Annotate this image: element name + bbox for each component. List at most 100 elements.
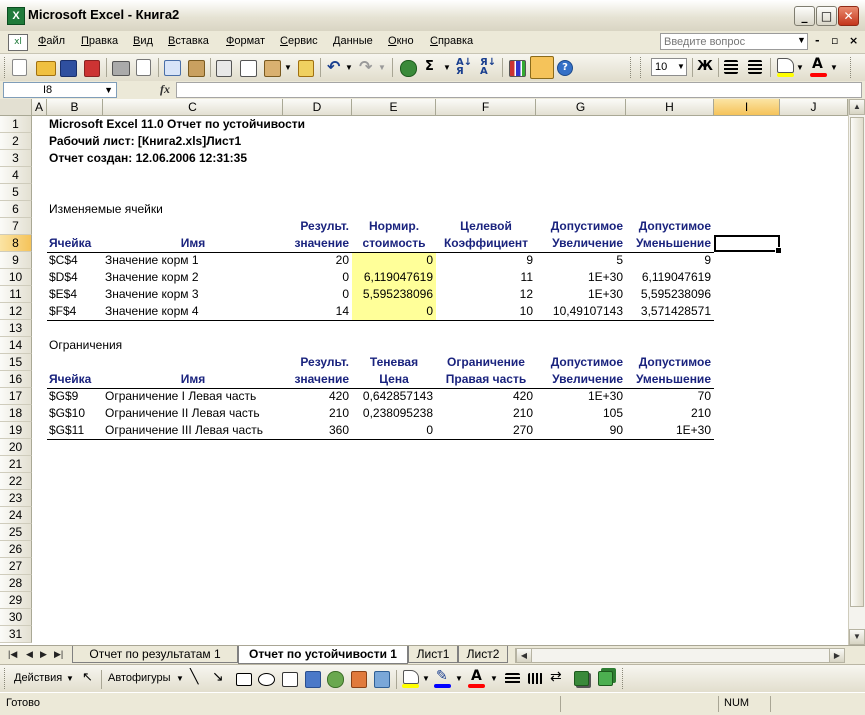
table-cell[interactable]: $G$9 (49, 388, 78, 405)
table-cell[interactable]: 20 (283, 252, 349, 269)
minimize-button[interactable]: _ (794, 6, 815, 26)
table-cell[interactable]: Ограничение II Левая часть (105, 405, 260, 422)
menu-tools[interactable]: Сервис (280, 35, 318, 47)
row-header-6[interactable]: 6 (0, 201, 32, 218)
line-style-icon[interactable] (505, 673, 520, 684)
table-header[interactable]: Ячейка (49, 371, 91, 388)
table-header[interactable]: Ограничение (436, 354, 536, 371)
row-header-28[interactable]: 28 (0, 575, 32, 592)
row-header-14[interactable]: 14 (0, 337, 32, 354)
insert-picture-icon[interactable] (374, 671, 390, 688)
name-box[interactable]: I8 ▼ (3, 82, 117, 98)
sort-ascending-icon[interactable]: А↓ Я (456, 58, 474, 77)
row-header-2[interactable]: 2 (0, 133, 32, 150)
table-cell[interactable]: 5,595238096 (626, 286, 711, 303)
save-icon[interactable] (60, 60, 77, 77)
column-header-b[interactable]: B (47, 99, 103, 116)
row-header-4[interactable]: 4 (0, 167, 32, 184)
column-header-g[interactable]: G (536, 99, 626, 116)
column-header-c[interactable]: C (103, 99, 283, 116)
row-header-20[interactable]: 20 (0, 439, 32, 456)
arrow-icon[interactable]: ↘ (212, 668, 224, 685)
line-color-icon[interactable]: ✎ (436, 667, 448, 684)
scroll-left-button[interactable]: ◀ (516, 648, 532, 663)
table-cell[interactable]: 0 (352, 252, 433, 269)
align-right-icon[interactable] (748, 60, 762, 74)
row-header-5[interactable]: 5 (0, 184, 32, 201)
arrow-style-icon[interactable]: ⇄ (550, 668, 562, 685)
table-header[interactable]: стоимость (352, 235, 436, 252)
table-cell[interactable]: 1E+30 (536, 388, 623, 405)
last-sheet-icon[interactable]: ▶| (54, 649, 63, 660)
workbook-icon[interactable]: xl (8, 34, 28, 51)
table-cell[interactable]: 210 (283, 405, 349, 422)
name-box-dropdown-icon[interactable]: ▼ (104, 83, 113, 97)
section-constraints[interactable]: Ограничения (49, 337, 122, 354)
toolbar-grip-2[interactable] (630, 57, 634, 78)
workbook-close-button[interactable]: × (849, 34, 858, 47)
table-cell[interactable]: 9 (626, 252, 711, 269)
column-header-h[interactable]: H (626, 99, 714, 116)
copy-icon[interactable] (240, 60, 257, 77)
hyperlink-icon[interactable] (400, 60, 417, 77)
row-header-3[interactable]: 3 (0, 150, 32, 167)
row-header-25[interactable]: 25 (0, 524, 32, 541)
table-cell[interactable]: 0 (283, 286, 349, 303)
scroll-right-button[interactable]: ▶ (829, 648, 845, 663)
column-header-d[interactable]: D (283, 99, 352, 116)
font-color-dropdown-icon[interactable]: ▼ (830, 63, 848, 81)
table-cell[interactable]: $F$4 (49, 303, 76, 320)
row-header-18[interactable]: 18 (0, 405, 32, 422)
table-header[interactable]: Цена (352, 371, 436, 388)
table-cell[interactable]: Ограничение III Левая часть (105, 422, 263, 439)
prev-sheet-icon[interactable]: ◀ (26, 649, 33, 660)
formatting-toolbar-grip[interactable] (640, 57, 644, 78)
column-header-i[interactable]: I (714, 99, 780, 116)
excel-app-icon[interactable]: X (7, 7, 25, 25)
vertical-scroll-thumb[interactable] (850, 117, 864, 607)
row-header-23[interactable]: 23 (0, 490, 32, 507)
table-cell[interactable]: $D$4 (49, 269, 78, 286)
table-header[interactable]: значение (283, 371, 349, 388)
row-header-1[interactable]: 1 (0, 116, 32, 133)
menu-edit[interactable]: Правка (81, 35, 118, 47)
tab-sheet1[interactable]: Лист1 (408, 646, 458, 663)
help-icon[interactable]: ? (557, 60, 573, 76)
table-header[interactable]: Нормир. (352, 218, 436, 235)
dash-style-icon[interactable] (528, 673, 543, 684)
workbook-restore-button[interactable]: ▫ (831, 34, 838, 47)
row-header-19[interactable]: 19 (0, 422, 32, 439)
table-header[interactable]: значение (283, 235, 349, 252)
table-header[interactable]: Увеличение (536, 235, 623, 252)
diagram-icon[interactable] (327, 671, 344, 688)
row-header-7[interactable]: 7 (0, 218, 32, 235)
formula-input[interactable] (176, 82, 862, 98)
autoshapes-menu[interactable]: Автофигуры (108, 672, 171, 684)
row-header-8[interactable]: 8 (0, 235, 32, 252)
draw-font-color-icon[interactable]: A (471, 668, 482, 684)
table-header[interactable]: Уменьшение (626, 235, 711, 252)
line-icon[interactable]: ╲ (190, 668, 198, 685)
open-icon[interactable] (36, 61, 56, 76)
clip-art-icon[interactable] (351, 671, 367, 688)
fill-handle[interactable] (775, 247, 782, 254)
row-header-21[interactable]: 21 (0, 456, 32, 473)
table-cell[interactable]: 11 (436, 269, 533, 286)
menu-data[interactable]: Данные (333, 35, 373, 47)
table-header[interactable]: Результ. (283, 354, 349, 371)
table-cell[interactable]: 0,642857143 (352, 388, 433, 405)
drawing-toolbar-grip[interactable] (4, 668, 8, 689)
row-header-24[interactable]: 24 (0, 507, 32, 524)
table-cell[interactable]: 10 (436, 303, 533, 320)
table-header[interactable]: Коэффициент (436, 235, 536, 252)
row-header-11[interactable]: 11 (0, 286, 32, 303)
close-button[interactable]: ✕ (838, 6, 859, 26)
horizontal-scrollbar[interactable]: ◀ ▶ (515, 648, 845, 663)
table-cell[interactable]: 1E+30 (536, 286, 623, 303)
print-preview-icon[interactable] (136, 59, 151, 76)
table-cell[interactable]: Значение корм 2 (105, 269, 199, 286)
menu-file[interactable]: Файл (38, 35, 65, 47)
undo-icon[interactable]: ↶ (327, 57, 345, 76)
table-header[interactable]: Уменьшение (626, 371, 711, 388)
table-cell[interactable]: 1E+30 (536, 269, 623, 286)
